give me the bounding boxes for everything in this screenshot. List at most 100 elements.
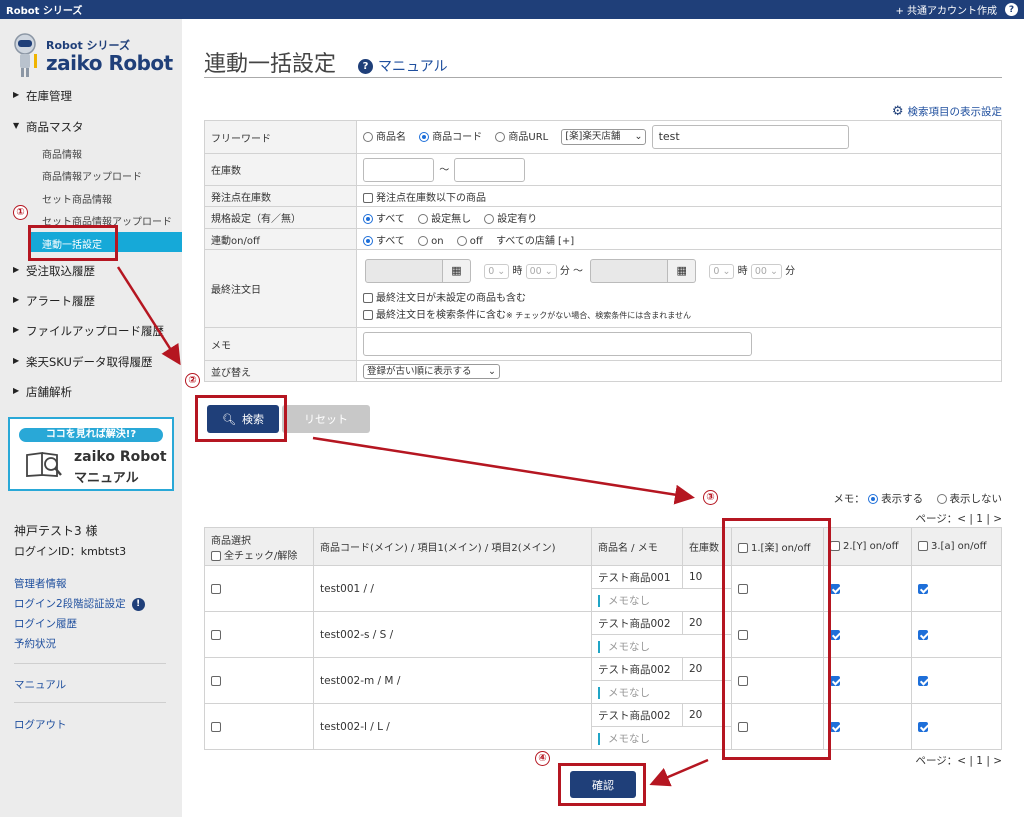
login-history-link[interactable]: ログイン履歴	[14, 616, 77, 631]
sort-select[interactable]: 登録が古い順に表示する ⌄	[363, 363, 500, 379]
radio-spec-none[interactable]: 設定無し	[418, 214, 471, 225]
hour-from-select[interactable]: 0 ⌄	[484, 263, 510, 279]
nav-store-analysis[interactable]: ▶ 店舗解析	[0, 384, 182, 400]
radio-link-on[interactable]: on	[418, 235, 444, 247]
row-memo[interactable]: メモなし	[591, 634, 732, 658]
hour-to-select[interactable]: 0 ⌄	[709, 263, 735, 279]
pager-top[interactable]: ページ：< | 1 | >	[916, 511, 1003, 526]
row-checkbox[interactable]	[211, 629, 221, 640]
nav-rakuten-sku[interactable]: ▶ 楽天SKUデータ取得履歴	[0, 354, 182, 370]
nav-sub-set-info[interactable]: セット商品情報	[42, 191, 112, 206]
nav-file-upload[interactable]: ▶ ファイルアップロード履歴	[0, 323, 182, 339]
header-col3[interactable]: 3.[a] on/off	[911, 527, 1002, 566]
row-checkbox[interactable]	[211, 675, 221, 686]
radio-label: 商品名	[376, 132, 406, 143]
row-col2-cell	[823, 703, 912, 750]
calendar-icon[interactable]: ▦	[443, 259, 471, 283]
all-stores-toggle[interactable]: すべての店舗 [+]	[496, 236, 574, 247]
radio-link-off[interactable]: off	[456, 235, 483, 247]
radio-circle	[495, 132, 506, 142]
row-memo[interactable]: メモなし	[591, 588, 732, 612]
nav-sub-product-info[interactable]: 商品情報	[42, 146, 82, 161]
select-value: 00	[754, 265, 767, 277]
date-to-input[interactable]	[590, 259, 669, 283]
admin-info-link[interactable]: 管理者情報	[14, 576, 67, 591]
memo-bar-icon	[598, 732, 600, 745]
radio-spec-all[interactable]: すべて	[363, 214, 405, 225]
info-icon: !	[131, 597, 145, 611]
nav-alert[interactable]: ▶ アラート履歴	[0, 293, 182, 309]
radio-spec-set[interactable]: 設定有り	[484, 214, 537, 225]
col2-checkbox[interactable]	[830, 675, 840, 686]
manual-link[interactable]: マニュアル	[14, 677, 66, 692]
row-checkbox[interactable]	[211, 583, 221, 594]
row-memo[interactable]: メモなし	[591, 726, 732, 750]
col2-checkbox[interactable]	[830, 629, 840, 640]
radio-product-code[interactable]: 商品コード	[419, 132, 482, 143]
pager-bottom[interactable]: ページ：< | 1 | >	[916, 753, 1003, 768]
reservation-link[interactable]: 予約状況	[14, 636, 56, 651]
calendar-icon[interactable]: ▦	[668, 259, 697, 283]
highlight-box-2	[195, 395, 287, 442]
freeword-input[interactable]: test	[651, 125, 849, 149]
col3-checkbox[interactable]	[918, 629, 928, 640]
col2-checkbox[interactable]	[830, 583, 840, 594]
col3-checkbox[interactable]	[918, 583, 928, 594]
date-from-input[interactable]	[365, 259, 443, 283]
memo-input[interactable]	[363, 332, 752, 356]
nav-sub-product-upload[interactable]: 商品情報アップロード	[42, 168, 142, 183]
memo-hide-radio[interactable]: 表示しない	[936, 493, 1003, 505]
user-name: 神戸テスト3 様	[14, 524, 98, 538]
link-label: 連動on/off	[204, 228, 357, 250]
two-factor-link[interactable]: ログイン2段階認証設定!	[14, 596, 145, 611]
logo[interactable]: Robot シリーズ zaiko Robot	[8, 32, 174, 90]
help-icon[interactable]: ?	[1005, 3, 1018, 16]
radio-label: on	[431, 235, 444, 247]
reset-button[interactable]: リセット	[282, 405, 370, 433]
table-row: test002-s / S / テスト商品002 20	[204, 611, 1002, 658]
caret-right-icon: ▶	[13, 386, 20, 395]
radio-label: 商品コード	[432, 132, 483, 143]
radio-product-name[interactable]: 商品名	[363, 132, 406, 143]
col3-checkbox[interactable]	[918, 721, 928, 732]
row-memo[interactable]: メモなし	[591, 680, 732, 704]
min-from-select[interactable]: 00 ⌄	[525, 263, 557, 279]
checkbox-label: 3.[a] on/off	[931, 541, 987, 552]
stock-min-input[interactable]	[363, 157, 434, 182]
row-checkbox[interactable]	[211, 721, 221, 732]
col3-checkbox[interactable]	[918, 675, 928, 686]
store-select[interactable]: [楽]楽天店舗 ⌄	[561, 129, 647, 145]
radio-circle	[936, 494, 947, 504]
nav-order-import[interactable]: ▶ 受注取込履歴	[0, 263, 182, 279]
radio-label: 設定無し	[431, 214, 472, 225]
row-col2-cell	[823, 657, 912, 704]
reorder-checkbox[interactable]: 発注点在庫数以下の商品	[363, 192, 486, 204]
logout-link[interactable]: ログアウト	[14, 717, 67, 732]
highlight-box-4	[558, 763, 646, 806]
manual-banner[interactable]: ココを見れば解決!? zaiko Robot マニュアル	[8, 417, 174, 491]
radio-link-all[interactable]: すべて	[363, 235, 405, 247]
search-form: フリーワード 商品名 商品コード 商品URL [楽]楽天店舗 ⌄ test 在庫…	[204, 120, 1002, 382]
select-all-checkbox[interactable]: 全チェック/解除	[211, 547, 307, 562]
memo-show-radio[interactable]: 表示する	[868, 493, 923, 505]
display-settings-link[interactable]: ⚙ 検索項目の表示設定	[892, 104, 1002, 119]
col2-checkbox[interactable]	[830, 721, 840, 732]
row-col3-cell	[911, 657, 1002, 704]
nav-product-master[interactable]: ▼ 商品マスタ	[0, 119, 182, 135]
highlight-box-1	[28, 225, 118, 261]
store-select-value: [楽]楽天店舗	[565, 131, 621, 142]
table-row: test002-m / M / テスト商品002 20	[204, 657, 1002, 704]
header-col2[interactable]: 2.[Y] on/off	[823, 527, 912, 566]
stock-max-input[interactable]	[454, 157, 526, 182]
lastorder-include-checkbox[interactable]: 最終注文日を検索条件に含む※ チェックがない場合、検索条件には含まれません	[363, 306, 995, 321]
add-account-link[interactable]: + 共通アカウント作成	[895, 2, 997, 17]
radio-label: 表示しない	[949, 493, 1003, 505]
manual-header-link[interactable]: ? マニュアル	[358, 56, 448, 76]
memo-text: メモなし	[608, 594, 650, 607]
radio-circle	[363, 132, 373, 142]
caret-right-icon: ▶	[13, 325, 20, 334]
lastorder-unset-checkbox[interactable]: 最終注文日が未設定の商品も含む	[363, 289, 995, 304]
nav-stock[interactable]: ▶ 在庫管理	[0, 88, 182, 104]
min-to-select[interactable]: 00 ⌄	[750, 263, 782, 279]
radio-product-url[interactable]: 商品URL	[495, 132, 548, 143]
